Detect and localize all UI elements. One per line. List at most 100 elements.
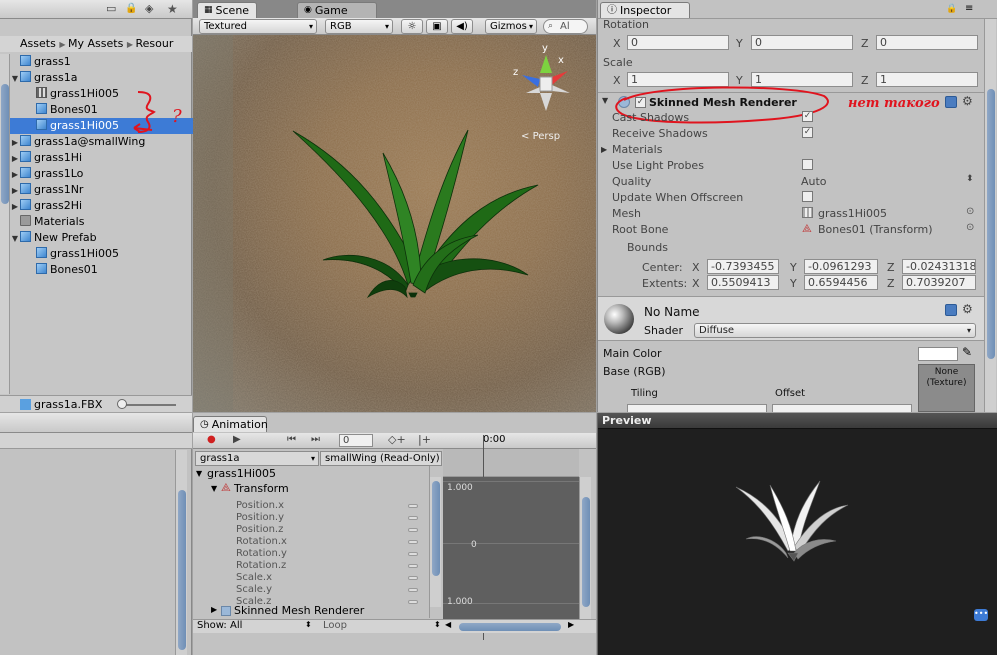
menu-icon[interactable]: ▭ [106, 2, 118, 15]
rotation-z-field[interactable]: 0 [876, 35, 978, 50]
preview-settings-icon[interactable]: ••• [974, 609, 988, 621]
gear-icon[interactable]: ⚙ [962, 94, 973, 108]
scroll-thumb[interactable] [987, 89, 995, 359]
tree-item[interactable]: ▶ grass1Nr [10, 182, 200, 198]
tiling-x-field[interactable] [627, 404, 767, 412]
next-key-icon[interactable]: ⏭ [311, 434, 320, 445]
add-keyframe-icon[interactable]: ◇+ [388, 433, 406, 446]
scroll-thumb[interactable] [1, 84, 9, 204]
curve-row[interactable]: Rotation.y [236, 548, 287, 560]
render-mode-dropdown[interactable]: Textured ▾ [199, 19, 317, 34]
lock-icon[interactable]: 🔒 [946, 4, 957, 14]
lighting-toggle[interactable]: ☼ [401, 19, 423, 34]
rotation-x-field[interactable]: 0 [627, 35, 729, 50]
object-picker-icon[interactable]: ⊙ [966, 206, 974, 217]
scene-viewport[interactable]: y x z < Persp [193, 35, 596, 412]
scroll-thumb[interactable] [582, 497, 590, 607]
gear-icon[interactable]: ⚙ [962, 302, 973, 316]
foldout-arrow-icon[interactable]: ▼ [211, 484, 217, 493]
tab-game[interactable]: ◉ Game [297, 2, 377, 18]
tree-item[interactable]: ▶ grass1Hi [10, 150, 200, 166]
timeline-ruler[interactable] [443, 449, 579, 477]
center-y-field[interactable]: -0.0961293 [804, 259, 878, 274]
record-icon[interactable]: ● [207, 434, 216, 445]
curve-scrollbar[interactable] [579, 477, 591, 627]
hierarchy-scrollbar[interactable] [175, 450, 187, 655]
tab-inspector[interactable]: ⓘ Inspector [600, 2, 690, 18]
tree-item[interactable]: ▼ grass1a [10, 70, 200, 86]
horizontal-scroll-thumb[interactable] [459, 623, 561, 631]
breadcrumb-item-my-assets[interactable]: My Assets [68, 37, 123, 50]
play-icon[interactable]: ▶ [233, 434, 241, 445]
slider-handle[interactable] [117, 399, 127, 409]
add-event-icon[interactable]: |+ [418, 433, 431, 446]
foldout-arrow-icon[interactable]: ▶ [211, 605, 217, 614]
materials-foldout-icon[interactable]: ▶ [601, 145, 607, 154]
curve-toggle-icon[interactable] [408, 540, 418, 544]
curve-toggle-icon[interactable] [408, 552, 418, 556]
materials-label[interactable]: Materials [612, 143, 662, 156]
breadcrumb-item-assets[interactable]: Assets [20, 37, 56, 50]
offset-x-field[interactable] [772, 404, 912, 412]
foldout-arrow-icon[interactable]: ▶ [10, 135, 20, 151]
root-bone-value[interactable]: Bones01 (Transform) [818, 223, 933, 236]
scroll-thumb[interactable] [432, 481, 440, 576]
scroll-right-icon[interactable]: ▶ [568, 620, 574, 629]
tab-scene[interactable]: ▦ Scene [197, 2, 257, 18]
tree-item[interactable]: Materials [10, 214, 200, 230]
extents-z-field[interactable]: 0.7039207 [902, 275, 976, 290]
star-icon[interactable]: ★ [167, 2, 181, 16]
foldout-arrow-icon[interactable]: ▶ [10, 151, 20, 167]
rotation-y-field[interactable]: 0 [751, 35, 853, 50]
update-offscreen-checkbox[interactable] [802, 191, 813, 202]
clip-dropdown[interactable]: smallWing (Read-Only) [320, 451, 442, 466]
curve-toggle-icon[interactable] [408, 504, 418, 508]
curve-toggle-icon[interactable] [408, 564, 418, 568]
curve-row[interactable]: Position.y [236, 512, 284, 524]
foldout-arrow-icon[interactable]: ▼ [196, 469, 202, 478]
extents-y-field[interactable]: 0.6594456 [804, 275, 878, 290]
curve-row[interactable]: Rotation.x [236, 536, 287, 548]
scroll-thumb[interactable] [178, 490, 186, 650]
curve-toggle-icon[interactable] [408, 588, 418, 592]
scale-x-field[interactable]: 1 [627, 72, 729, 87]
texture-slot[interactable]: None (Texture) [918, 364, 975, 412]
clip-object-dropdown[interactable]: grass1a ▾ [195, 451, 319, 466]
main-color-swatch[interactable] [918, 347, 958, 361]
tree-item[interactable]: grass1 [10, 54, 200, 70]
show-dropdown[interactable]: Show: All [197, 620, 242, 631]
scene-search-input[interactable]: ⌕ Al [543, 19, 588, 34]
breadcrumb-item-resources[interactable]: Resour [136, 37, 174, 50]
tree-item[interactable]: ▼ New Prefab [10, 230, 200, 246]
curve-area[interactable]: 1.000 0 1.000 [443, 477, 579, 627]
tree-item[interactable]: Bones01 [10, 262, 200, 278]
curve-toggle-icon[interactable] [408, 516, 418, 520]
audio-toggle[interactable]: ◀) [451, 19, 473, 34]
project-scrollbar-left[interactable] [0, 54, 10, 394]
curve-row[interactable]: Scale.y [236, 584, 272, 596]
inspector-scrollbar[interactable] [984, 19, 996, 412]
help-book-icon[interactable] [945, 304, 957, 316]
tab-animation[interactable]: ◷ Animation [193, 416, 268, 432]
curve-row[interactable]: Scale.x [236, 572, 272, 584]
quality-dropdown[interactable]: Auto [801, 175, 827, 188]
gizmos-dropdown[interactable]: Gizmos ▾ [485, 19, 537, 34]
cast-shadows-checkbox[interactable]: ✓ [802, 111, 813, 122]
foldout-arrow-icon[interactable]: ▶ [10, 199, 20, 215]
foldout-arrow-icon[interactable]: ▶ [10, 183, 20, 199]
help-book-icon[interactable] [945, 96, 957, 108]
preview-grass-render[interactable] [728, 463, 858, 563]
center-z-field[interactable]: -0.02431318 [902, 259, 976, 274]
tree-item[interactable]: ▶ grass1Lo [10, 166, 200, 182]
shader-dropdown[interactable]: Diffuse ▾ [694, 323, 976, 338]
object-picker-icon[interactable]: ⊙ [966, 222, 974, 233]
tree-item[interactable]: grass1Hi005 [10, 246, 200, 262]
image-effects-toggle[interactable]: ▣ [426, 19, 448, 34]
foldout-arrow-icon[interactable]: ▼ [10, 231, 20, 247]
eyedropper-icon[interactable]: ✎ [962, 345, 972, 359]
foldout-arrow-icon[interactable]: ▼ [10, 71, 20, 87]
tree-item[interactable]: ▶ grass2Hi [10, 198, 200, 214]
frame-field[interactable]: 0 [339, 434, 373, 447]
mesh-value[interactable]: grass1Hi005 [818, 207, 887, 220]
foldout-arrow-icon[interactable]: ▼ [602, 96, 608, 105]
